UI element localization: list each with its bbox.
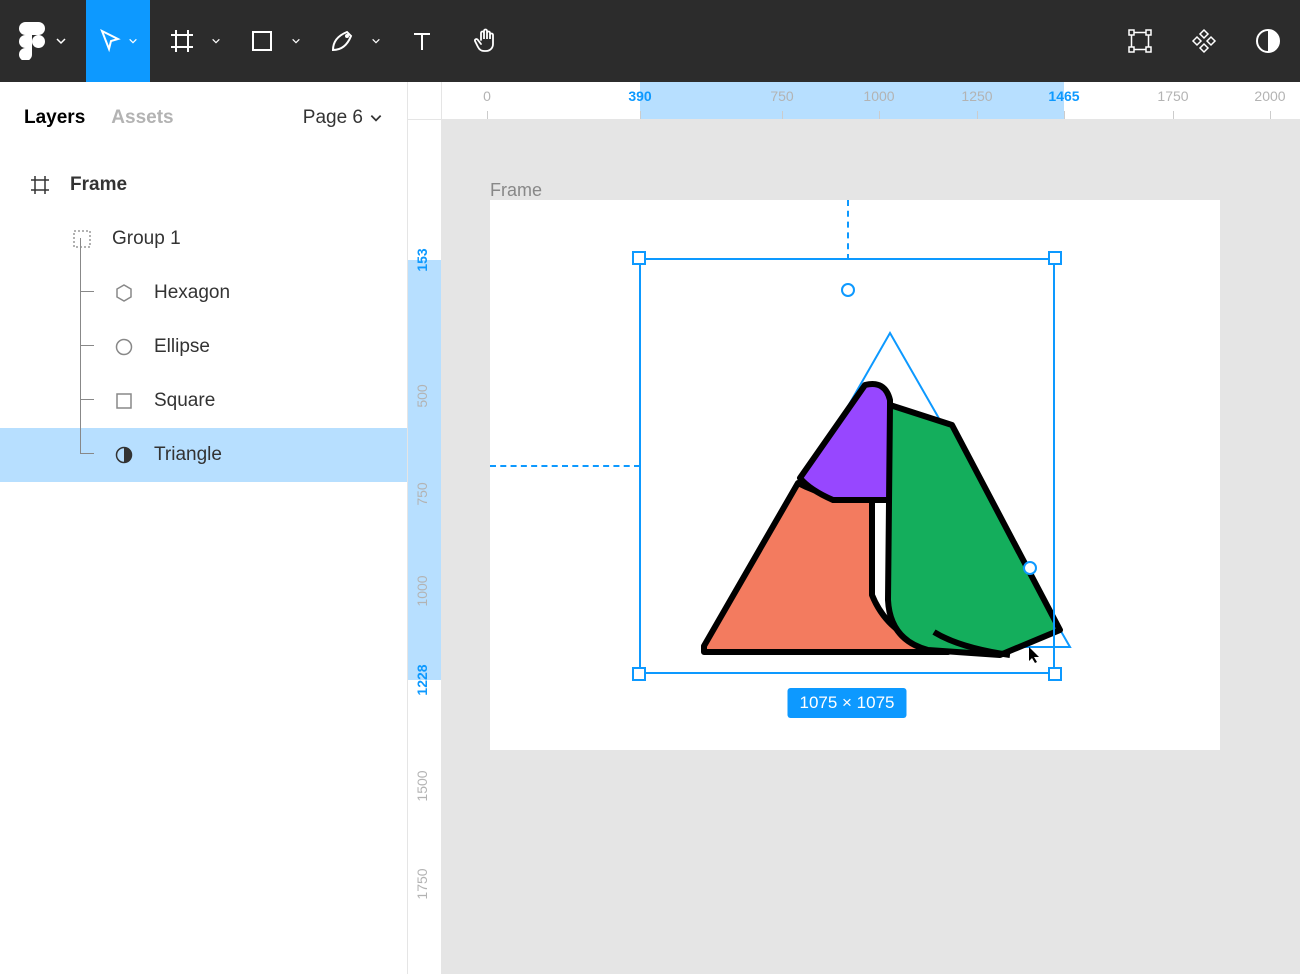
ruler-h-tick: 750	[770, 88, 793, 104]
canvas-area: 0 390 750 1000 1250 1465 1750 2000 153 500 750 100…	[408, 82, 1300, 974]
layer-label: Hexagon	[154, 282, 230, 304]
hand-tool-button[interactable]	[454, 0, 518, 82]
edit-object-icon	[1127, 28, 1153, 54]
ruler-h-tick: 1750	[1157, 88, 1188, 104]
ruler-horizontal[interactable]: 0 390 750 1000 1250 1465 1750 2000	[442, 82, 1300, 120]
cursor-pointer	[1028, 646, 1042, 664]
dimensions-badge: 1075 × 1075	[787, 688, 906, 718]
ruler-h-tick: 1250	[961, 88, 992, 104]
layer-square[interactable]: Square	[0, 374, 407, 428]
ruler-vertical[interactable]: 153 500 750 1000 1228 1500 1750	[408, 120, 442, 974]
tab-layers[interactable]: Layers	[24, 107, 85, 129]
layers-panel: Layers Assets Page 6 Frame Group 1 Hexag…	[0, 82, 408, 974]
guide-horizontal	[490, 465, 640, 467]
layer-list: Frame Group 1 Hexagon Ellipse Square	[0, 154, 407, 482]
component-icon	[1191, 28, 1217, 54]
hand-icon	[472, 27, 500, 55]
panel-tabs: Layers Assets Page 6	[0, 82, 407, 154]
layer-label: Group 1	[112, 228, 181, 250]
frame-label[interactable]: Frame	[490, 180, 542, 201]
shape-green	[888, 405, 1060, 655]
tab-assets[interactable]: Assets	[111, 107, 173, 129]
hexagon-icon	[115, 284, 133, 302]
text-tool-button[interactable]	[390, 0, 454, 82]
move-tool-button[interactable]	[86, 0, 150, 82]
layer-triangle[interactable]: Triangle	[0, 428, 407, 482]
layer-ellipse[interactable]: Ellipse	[0, 320, 407, 374]
ruler-corner	[408, 82, 442, 120]
page-selector-label: Page 6	[303, 107, 363, 129]
figma-logo-icon	[19, 22, 45, 60]
guide-vertical	[847, 200, 849, 260]
frame-icon	[30, 175, 50, 195]
text-icon	[410, 29, 434, 53]
edit-object-button[interactable]	[1108, 0, 1172, 82]
ruler-h-tick: 0	[483, 88, 491, 104]
selection-handle-sw[interactable]	[632, 667, 646, 681]
layer-group[interactable]: Group 1	[0, 212, 407, 266]
ruler-h-tick: 1000	[863, 88, 894, 104]
frame-icon	[169, 28, 195, 54]
ruler-h-tick: 390	[628, 88, 651, 104]
main: Layers Assets Page 6 Frame Group 1 Hexag…	[0, 82, 1300, 974]
shape-tool-button[interactable]	[230, 0, 294, 82]
ruler-h-tick: 2000	[1254, 88, 1285, 104]
canvas-shapes	[490, 200, 1220, 760]
layer-hexagon[interactable]: Hexagon	[0, 266, 407, 320]
ruler-v-tick: 750	[414, 482, 430, 505]
ruler-v-selection	[408, 260, 441, 680]
mask-icon	[1255, 28, 1281, 54]
rotation-handle-right[interactable]	[1023, 561, 1037, 575]
layer-label: Frame	[70, 174, 127, 196]
canvas[interactable]: Frame	[442, 120, 1300, 974]
shape-purple	[800, 384, 890, 500]
chevron-down-icon	[55, 35, 67, 47]
pen-icon	[329, 28, 355, 54]
selection-handle-se[interactable]	[1048, 667, 1062, 681]
square-icon	[250, 29, 274, 53]
layer-frame[interactable]: Frame	[0, 158, 407, 212]
ruler-v-tick: 1500	[414, 770, 430, 801]
rotation-handle-top[interactable]	[841, 283, 855, 297]
ruler-v-tick: 500	[414, 384, 430, 407]
ruler-h-selection	[640, 82, 1064, 119]
pen-tool-button[interactable]	[310, 0, 374, 82]
ruler-v-tick: 1228	[414, 664, 430, 695]
layer-label: Ellipse	[154, 336, 210, 358]
ruler-v-tick: 1000	[414, 575, 430, 606]
component-button[interactable]	[1172, 0, 1236, 82]
cursor-icon	[98, 29, 122, 53]
toolbar	[0, 0, 1300, 82]
frame-tool-button[interactable]	[150, 0, 214, 82]
ruler-h-tick: 1465	[1048, 88, 1079, 104]
mask-button[interactable]	[1236, 0, 1300, 82]
ruler-v-tick: 1750	[414, 868, 430, 899]
mask-icon	[115, 446, 133, 464]
layer-label: Triangle	[154, 444, 222, 466]
selection-handle-ne[interactable]	[1048, 251, 1062, 265]
page-selector[interactable]: Page 6	[303, 107, 383, 129]
ellipse-icon	[115, 338, 133, 356]
layer-label: Square	[154, 390, 215, 412]
chevron-down-icon	[128, 36, 138, 46]
figma-menu-button[interactable]	[0, 0, 86, 82]
selection-handle-nw[interactable]	[632, 251, 646, 265]
square-icon	[115, 392, 133, 410]
chevron-down-icon	[369, 111, 383, 125]
ruler-v-tick: 153	[414, 248, 430, 271]
